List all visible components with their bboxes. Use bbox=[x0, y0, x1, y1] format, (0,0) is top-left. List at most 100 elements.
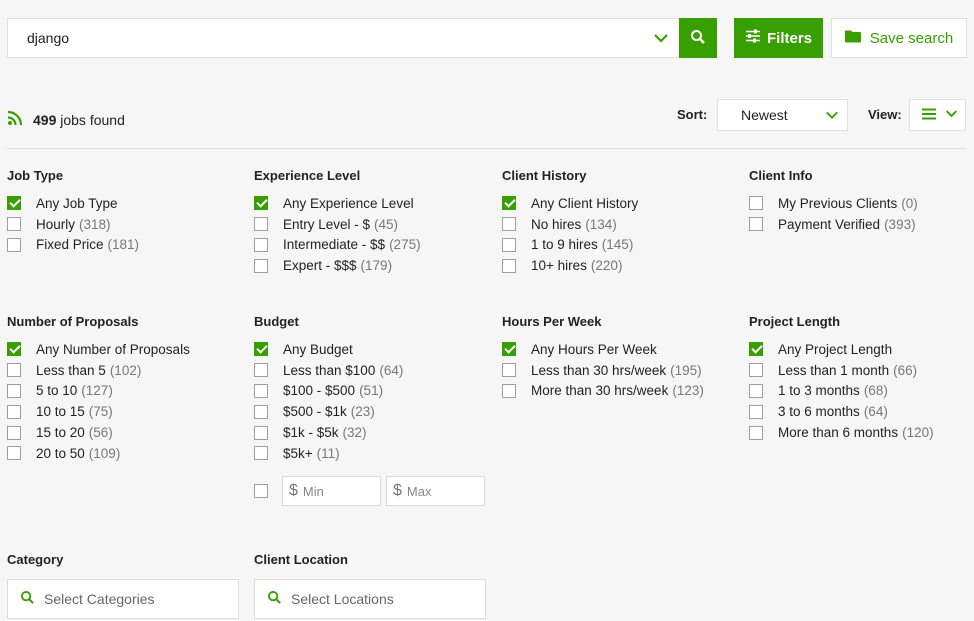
filter-option[interactable]: Fixed Price (181) bbox=[7, 235, 139, 256]
filter-option-label: 20 to 50 bbox=[36, 445, 85, 461]
budget-range-checkbox[interactable] bbox=[254, 484, 268, 498]
checkbox[interactable] bbox=[7, 404, 21, 419]
search-icon bbox=[690, 29, 706, 48]
filter-option[interactable]: Entry Level - $ (45) bbox=[254, 214, 421, 235]
filter-option[interactable]: Less than 5 (102) bbox=[7, 360, 190, 381]
checkbox[interactable] bbox=[7, 363, 21, 378]
filter-option[interactable]: Any Client History bbox=[502, 193, 638, 214]
filter-option[interactable]: 5 to 10 (127) bbox=[7, 381, 190, 402]
filter-option[interactable]: $5k+ (11) bbox=[254, 443, 403, 464]
search-button[interactable] bbox=[679, 18, 717, 58]
filter-option[interactable]: Expert - $$$ (179) bbox=[254, 255, 421, 276]
filters-button[interactable]: Filters bbox=[734, 18, 823, 58]
checkbox[interactable] bbox=[254, 363, 268, 378]
checkbox[interactable] bbox=[254, 383, 268, 398]
filter-option[interactable]: Any Job Type bbox=[7, 193, 139, 214]
client-location-select[interactable]: Select Locations bbox=[254, 579, 486, 619]
filter-option-count: (64) bbox=[863, 404, 888, 420]
filter-option[interactable]: 1 to 9 hires (145) bbox=[502, 235, 638, 256]
filter-option[interactable]: More than 30 hrs/week (123) bbox=[502, 381, 704, 402]
category-title: Category bbox=[7, 552, 64, 567]
filter-option[interactable]: 3 to 6 months (64) bbox=[749, 401, 934, 422]
search-input[interactable] bbox=[27, 30, 627, 46]
sort-select[interactable]: Newest bbox=[717, 99, 848, 131]
filter-option[interactable]: Any Hours Per Week bbox=[502, 339, 704, 360]
checkbox[interactable] bbox=[254, 237, 268, 252]
filter-option[interactable]: $1k - $5k (32) bbox=[254, 422, 403, 443]
filters-button-label: Filters bbox=[766, 29, 812, 47]
filter-option-label: Any Job Type bbox=[36, 195, 118, 211]
budget-min-field[interactable]: $ Min bbox=[282, 476, 381, 506]
filter-option-label: Less than 5 bbox=[36, 362, 106, 378]
filter-option[interactable]: 1 to 3 months (68) bbox=[749, 381, 934, 402]
checkbox[interactable] bbox=[502, 258, 516, 273]
filter-option[interactable]: Any Budget bbox=[254, 339, 403, 360]
checkbox[interactable] bbox=[254, 258, 268, 273]
checkbox-checked[interactable] bbox=[502, 196, 516, 211]
filter-option[interactable]: Any Project Length bbox=[749, 339, 934, 360]
checkbox[interactable] bbox=[7, 383, 21, 398]
save-search-button[interactable]: Save search bbox=[831, 18, 967, 58]
checkbox[interactable] bbox=[502, 217, 516, 232]
chevron-down-icon[interactable] bbox=[653, 30, 669, 49]
checkbox-checked[interactable] bbox=[7, 342, 21, 357]
checkbox-checked[interactable] bbox=[502, 342, 516, 357]
filter-option[interactable]: No hires (134) bbox=[502, 214, 638, 235]
rss-icon[interactable] bbox=[7, 110, 23, 129]
checkbox[interactable] bbox=[749, 425, 763, 440]
checkbox[interactable] bbox=[749, 404, 763, 419]
checkbox[interactable] bbox=[7, 425, 21, 440]
filter-option-count: (134) bbox=[585, 216, 617, 232]
filter-option[interactable]: $100 - $500 (51) bbox=[254, 381, 403, 402]
filter-group-client-history: Client History Any Client History No hires… bbox=[502, 168, 638, 276]
budget-min-placeholder: Min bbox=[302, 483, 324, 499]
checkbox-checked[interactable] bbox=[749, 342, 763, 357]
checkbox[interactable] bbox=[502, 383, 516, 398]
filter-option[interactable]: My Previous Clients (0) bbox=[749, 193, 918, 214]
filter-option[interactable]: More than 6 months (120) bbox=[749, 422, 934, 443]
filter-option[interactable]: 10 to 15 (75) bbox=[7, 401, 190, 422]
filter-option-label: $5k+ bbox=[283, 445, 313, 461]
checkbox[interactable] bbox=[7, 237, 21, 252]
checkbox[interactable] bbox=[749, 383, 763, 398]
view-select[interactable] bbox=[909, 99, 966, 131]
filter-option[interactable]: 10+ hires (220) bbox=[502, 255, 638, 276]
checkbox[interactable] bbox=[749, 363, 763, 378]
checkbox[interactable] bbox=[254, 446, 268, 461]
filter-option[interactable]: $500 - $1k (23) bbox=[254, 401, 403, 422]
checkbox[interactable] bbox=[7, 446, 21, 461]
search-box[interactable] bbox=[7, 18, 679, 58]
list-view-icon bbox=[921, 107, 937, 123]
filter-option[interactable]: 20 to 50 (109) bbox=[7, 443, 190, 464]
checkbox[interactable] bbox=[502, 363, 516, 378]
checkbox[interactable] bbox=[749, 217, 763, 232]
filter-option[interactable]: Payment Verified (393) bbox=[749, 214, 918, 235]
filter-option-count: (275) bbox=[389, 237, 421, 253]
filter-option[interactable]: Any Number of Proposals bbox=[7, 339, 190, 360]
filter-option[interactable]: Less than 30 hrs/week (195) bbox=[502, 360, 704, 381]
checkbox-checked[interactable] bbox=[254, 342, 268, 357]
filter-option[interactable]: Less than $100 (64) bbox=[254, 360, 403, 381]
filter-option[interactable]: Less than 1 month (66) bbox=[749, 360, 934, 381]
filter-group-title: Job Type bbox=[7, 168, 64, 183]
category-select[interactable]: Select Categories bbox=[7, 579, 239, 619]
filter-option-count: (75) bbox=[88, 404, 113, 420]
filter-option[interactable]: Hourly (318) bbox=[7, 214, 139, 235]
checkbox[interactable] bbox=[7, 217, 21, 232]
checkbox-checked[interactable] bbox=[254, 196, 268, 211]
checkbox[interactable] bbox=[749, 196, 763, 211]
budget-max-field[interactable]: $ Max bbox=[386, 476, 485, 506]
filter-option-count: (11) bbox=[316, 445, 340, 461]
filter-group-client-info: Client Info My Previous Clients (0) Payment… bbox=[749, 168, 918, 235]
filter-option[interactable]: Any Experience Level bbox=[254, 193, 421, 214]
filter-group-hours-per-week: Hours Per Week Any Hours Per Week Less tha… bbox=[502, 314, 704, 401]
checkbox[interactable] bbox=[502, 237, 516, 252]
filter-option-label: Expert - $$$ bbox=[283, 258, 357, 274]
filter-option[interactable]: Intermediate - $$ (275) bbox=[254, 235, 421, 256]
filter-option-label: 10 to 15 bbox=[36, 404, 85, 420]
checkbox-checked[interactable] bbox=[7, 196, 21, 211]
filter-option[interactable]: 15 to 20 (56) bbox=[7, 422, 190, 443]
checkbox[interactable] bbox=[254, 425, 268, 440]
checkbox[interactable] bbox=[254, 404, 268, 419]
checkbox[interactable] bbox=[254, 217, 268, 232]
